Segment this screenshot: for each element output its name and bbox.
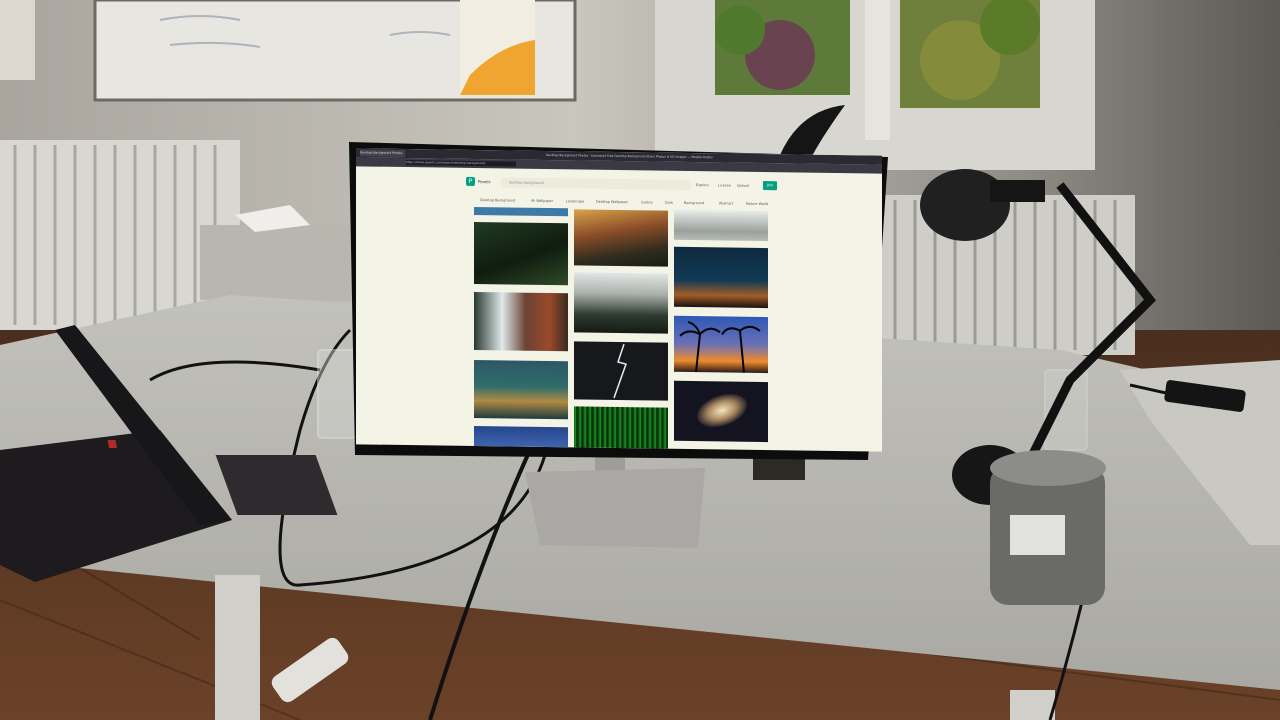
- side-cabinet: [200, 225, 360, 300]
- monitor-screen: Desktop Background Photos Desktop Backgr…: [356, 148, 882, 452]
- office-desk-photo: Desktop Background Photos Desktop Backgr…: [0, 0, 1280, 720]
- photo-night-city[interactable]: [674, 246, 768, 309]
- photo-strip-top[interactable]: [474, 206, 568, 217]
- photo-jungle-leaves[interactable]: [474, 221, 568, 286]
- photo-palm-sunset-partial[interactable]: [474, 425, 568, 448]
- photo-city-aerial[interactable]: [474, 359, 568, 420]
- photo-canyon-sunset[interactable]: [574, 209, 668, 267]
- device-label: [1010, 515, 1065, 555]
- photo-misty-forest[interactable]: [574, 272, 668, 334]
- monitor-stand-base: [525, 468, 705, 548]
- desk-leg-right: [1010, 690, 1055, 720]
- rubik-cube: [753, 458, 805, 480]
- lamp-head: [920, 169, 1010, 241]
- photo-galaxy[interactable]: [674, 380, 768, 443]
- galaxy-core: [692, 387, 752, 434]
- glass: [317, 349, 357, 439]
- photo-waterfall-cliff[interactable]: [474, 291, 568, 352]
- photo-lightning-storm[interactable]: [574, 341, 668, 401]
- palm-tree-icon: [679, 320, 761, 373]
- lightning-bolt-icon: [613, 343, 627, 399]
- desk-leg-left: [215, 575, 260, 720]
- photo-palm-beach-sunset[interactable]: [674, 315, 768, 374]
- photo-snowy-clouds[interactable]: [674, 209, 768, 242]
- photo-matrix-green[interactable]: [574, 406, 668, 449]
- photo-grid: [356, 148, 882, 451]
- radiator-right: [880, 195, 1135, 355]
- window-left-edge: [0, 0, 35, 80]
